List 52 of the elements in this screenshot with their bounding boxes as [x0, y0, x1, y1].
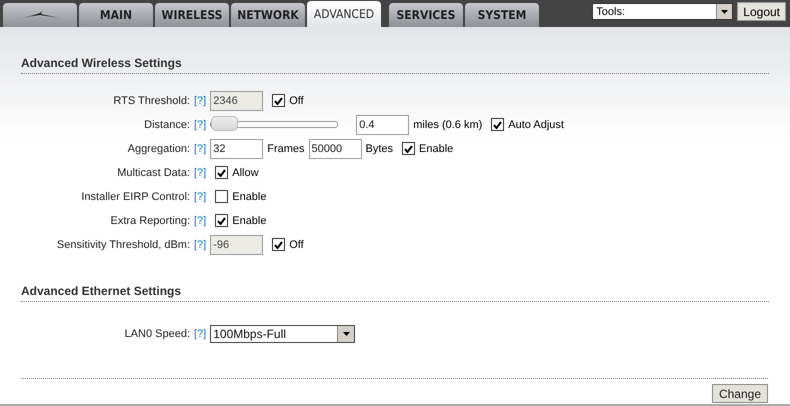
help-link[interactable]: [?]	[194, 94, 206, 106]
checkbox-label: Enable	[232, 190, 266, 202]
checkbox-label: Auto Adjust	[508, 118, 564, 130]
checkbox-label: Enable	[419, 142, 454, 154]
help-link[interactable]: [?]	[194, 214, 206, 226]
caret-icon	[721, 10, 728, 14]
field-label: LAN0 Speed:	[124, 328, 190, 340]
nav-tab[interactable]: SERVICES	[389, 3, 463, 27]
help-link[interactable]: [?]	[194, 328, 206, 340]
field-label: Aggregation:	[128, 142, 190, 154]
help-link[interactable]: [?]	[194, 166, 206, 178]
help-link[interactable]: [?]	[194, 142, 206, 154]
section-title: Advanced Wireless Settings	[21, 56, 182, 70]
input-field[interactable]: 50000	[308, 138, 362, 158]
input-field[interactable]: 0.4	[356, 114, 410, 134]
speed-dropdown[interactable]: 100Mbps-Full	[210, 324, 356, 342]
input-field[interactable]: 32	[210, 138, 264, 158]
change-button[interactable]: Change	[712, 384, 768, 403]
caret-icon	[342, 332, 350, 336]
checkbox[interactable]	[272, 238, 286, 251]
checkbox[interactable]	[215, 190, 228, 203]
nav-tab[interactable]: SYSTEM	[465, 3, 539, 27]
logout-button[interactable]: Logout	[737, 2, 786, 21]
field-label: RTS Threshold:	[113, 94, 190, 106]
unit-label: Bytes	[366, 142, 394, 154]
section-title: Advanced Ethernet Settings	[21, 284, 182, 298]
checkbox[interactable]	[215, 166, 228, 179]
checkbox[interactable]	[402, 142, 416, 155]
help-link[interactable]: [?]	[194, 238, 206, 250]
slider-thumb[interactable]	[211, 116, 238, 131]
field-label: Distance:	[144, 118, 190, 130]
checkbox-label: Enable	[232, 214, 266, 226]
nav-tab[interactable]: MAIN	[79, 3, 153, 27]
field-label: Installer EIRP Control:	[81, 190, 190, 202]
checkbox[interactable]	[272, 94, 286, 107]
unit-label: Frames	[267, 142, 305, 154]
nav-tab[interactable]: NETWORK	[231, 3, 305, 27]
checkbox[interactable]	[491, 118, 504, 131]
checkbox[interactable]	[215, 214, 228, 227]
help-link[interactable]: [?]	[194, 118, 206, 130]
logo-tab[interactable]	[3, 3, 77, 27]
field-label: Sensitivity Threshold, dBm:	[56, 238, 190, 250]
checkbox-label: Allow	[232, 166, 259, 178]
checkbox-label: Off	[289, 94, 304, 106]
field-label: Extra Reporting:	[110, 214, 190, 226]
field-label: Multicast Data:	[117, 166, 190, 178]
checkbox-label: Off	[289, 238, 304, 250]
nav-tab[interactable]: WIRELESS	[155, 3, 229, 27]
tools-dropdown[interactable]: Tools:	[592, 3, 734, 20]
nav-tab[interactable]: ADVANCED	[307, 1, 381, 27]
help-link[interactable]: [?]	[194, 190, 206, 202]
unit-label: miles (0.6 km)	[413, 118, 482, 130]
